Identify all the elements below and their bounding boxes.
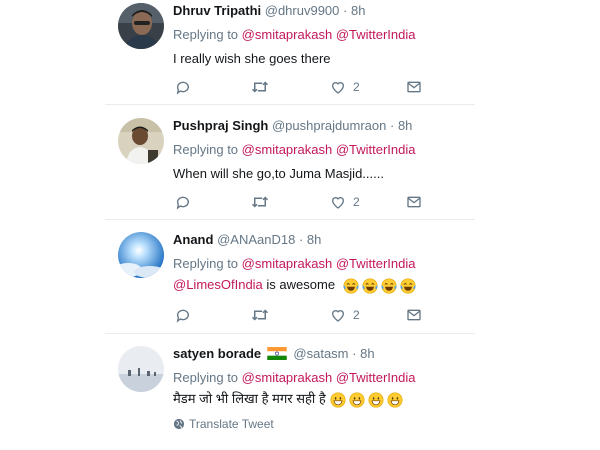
translate-tweet-link[interactable]: Translate Tweet — [173, 417, 465, 431]
tears-of-joy-emoji — [381, 278, 397, 294]
india-flag-icon — [267, 347, 287, 360]
translate-label: Translate Tweet — [189, 416, 274, 431]
like-button[interactable]: 2 — [330, 193, 360, 211]
mention-link[interactable]: @TwitterIndia — [336, 142, 416, 157]
grinning-emoji — [349, 392, 365, 408]
user-handle[interactable]: @ANAanD18 — [217, 232, 295, 247]
heart-icon — [331, 197, 345, 209]
like-count: 2 — [353, 80, 360, 94]
retweet-icon — [251, 309, 269, 321]
tweet[interactable]: satyen borade @satasm · 8h Replying to @… — [105, 334, 475, 450]
display-name[interactable]: Pushpraj Singh — [173, 118, 268, 133]
mention-link[interactable]: @TwitterIndia — [336, 370, 416, 385]
display-name[interactable]: satyen borade — [173, 346, 261, 361]
separator-dot: · — [389, 118, 395, 133]
reply-button[interactable] — [175, 306, 191, 324]
tweet[interactable]: Pushpraj Singh @pushprajdumraon · 8h Rep… — [105, 105, 475, 220]
like-count: 2 — [353, 308, 360, 322]
reply-feed: Dhruv Tripathi @dhruv9900 · 8h Replying … — [105, 0, 475, 450]
tweet[interactable]: Dhruv Tripathi @dhruv9900 · 8h Replying … — [105, 0, 475, 105]
reply-icon — [176, 309, 189, 323]
tweet-text: When will she go,to Juma Masjid...... — [173, 166, 384, 181]
replying-to-label: Replying to — [173, 27, 239, 42]
user-handle[interactable]: @dhruv9900 — [265, 3, 340, 18]
tears-of-joy-emoji — [343, 278, 359, 294]
retweet-button[interactable] — [251, 306, 269, 324]
emoji-group — [330, 392, 403, 408]
mention-link[interactable]: @TwitterIndia — [336, 256, 416, 271]
grinning-emoji — [368, 392, 384, 408]
direct-message-button[interactable] — [406, 78, 422, 96]
tweet[interactable]: Anand @ANAanD18 · 8h Replying to @smitap… — [105, 220, 475, 334]
heart-icon — [331, 82, 345, 94]
separator-dot: · — [352, 346, 357, 361]
heart-icon — [331, 310, 345, 322]
direct-message-button[interactable] — [406, 306, 422, 324]
like-count: 2 — [353, 195, 360, 209]
tweet-text-line: @LimesOfIndia is awesome — [173, 276, 465, 294]
direct-message-button[interactable] — [406, 193, 422, 211]
timestamp[interactable]: 8h — [398, 118, 412, 133]
like-button[interactable]: 2 — [330, 306, 360, 324]
separator-dot: · — [343, 3, 348, 18]
avatar[interactable] — [118, 118, 164, 164]
grinning-emoji — [387, 392, 403, 408]
tweet-text-line: मैडम जो भी लिखा है मगर सही है — [173, 390, 465, 408]
emoji-group — [343, 278, 416, 294]
timestamp[interactable]: 8h — [307, 232, 321, 247]
avatar[interactable] — [118, 232, 164, 278]
tweet-text: I really wish she goes there — [173, 51, 331, 66]
mention-link[interactable]: @smitaprakash — [242, 256, 333, 271]
mention-link[interactable]: @smitaprakash — [242, 27, 333, 42]
tears-of-joy-emoji — [400, 278, 416, 294]
reply-icon — [176, 196, 189, 210]
like-button[interactable]: 2 — [330, 78, 360, 96]
retweet-icon — [251, 81, 269, 93]
timestamp[interactable]: 8h — [351, 3, 365, 18]
envelope-icon — [407, 196, 421, 208]
tweet-text: is awesome — [266, 277, 336, 292]
replying-to-label: Replying to — [173, 370, 239, 385]
mention-link[interactable]: @smitaprakash — [242, 142, 333, 157]
mention-link[interactable]: @LimesOfIndia — [173, 277, 263, 292]
avatar[interactable] — [118, 3, 164, 49]
timestamp[interactable]: 8h — [360, 346, 374, 361]
mention-link[interactable]: @smitaprakash — [242, 370, 333, 385]
retweet-button[interactable] — [251, 78, 269, 96]
display-name[interactable]: Anand — [173, 232, 213, 247]
replying-to-label: Replying to — [173, 142, 239, 157]
grinning-emoji — [330, 392, 346, 408]
envelope-icon — [407, 81, 421, 93]
globe-icon — [173, 418, 185, 429]
retweet-button[interactable] — [251, 193, 269, 211]
retweet-icon — [251, 196, 269, 208]
envelope-icon — [407, 309, 421, 321]
mention-link[interactable]: @TwitterIndia — [336, 27, 416, 42]
display-name[interactable]: Dhruv Tripathi — [173, 3, 261, 18]
tears-of-joy-emoji — [362, 278, 378, 294]
tweet-text: मैडम जो भी लिखा है मगर सही है — [173, 391, 326, 406]
avatar[interactable] — [118, 346, 164, 392]
reply-button[interactable] — [175, 78, 191, 96]
user-handle[interactable]: @satasm — [293, 346, 348, 361]
reply-icon — [176, 81, 189, 95]
reply-button[interactable] — [175, 193, 191, 211]
user-handle[interactable]: @pushprajdumraon — [272, 118, 386, 133]
replying-to-label: Replying to — [173, 256, 239, 271]
separator-dot: · — [298, 232, 304, 247]
